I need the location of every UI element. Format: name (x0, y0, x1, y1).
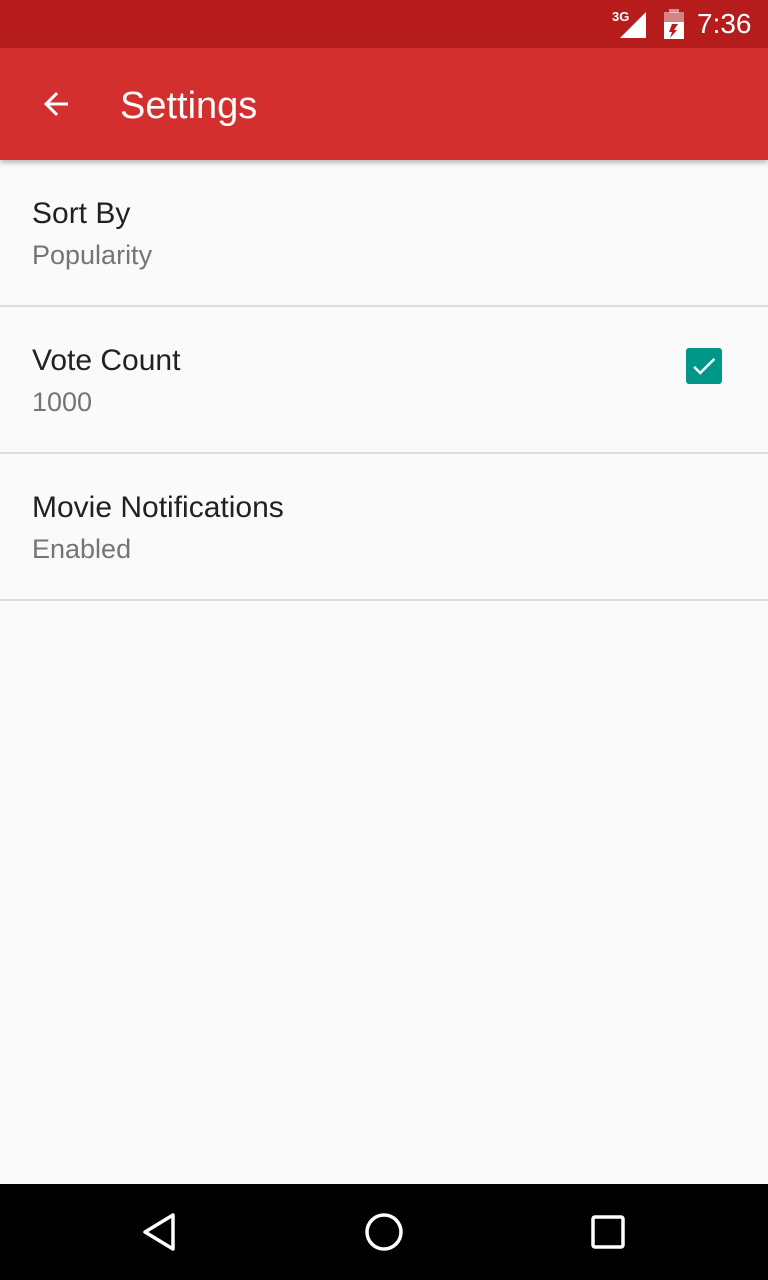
recents-square-icon (591, 1215, 625, 1249)
nav-recents-button[interactable] (576, 1200, 640, 1264)
pref-title: Sort By (32, 197, 131, 230)
pref-summary: Enabled (32, 534, 132, 564)
pref-title: Movie Notifications (32, 491, 284, 524)
pref-summary: Popularity (32, 240, 153, 270)
status-bar: 3G 7:36 (0, 0, 768, 48)
navigation-bar (0, 1184, 768, 1280)
pref-vote-count[interactable]: Vote Count 1000 (0, 307, 768, 454)
pref-sort-by[interactable]: Sort By Popularity (0, 160, 768, 307)
checkmark-icon (693, 357, 716, 375)
back-button[interactable] (24, 80, 88, 128)
notifications-checkbox[interactable] (686, 348, 722, 384)
pref-summary: 1000 (32, 387, 93, 417)
pref-title: Vote Count (32, 344, 181, 377)
nav-back-button[interactable] (128, 1200, 192, 1264)
app-bar: Settings (0, 48, 768, 160)
network-type-label: 3G (612, 9, 630, 24)
pref-movie-notifications[interactable]: Movie Notifications Enabled (0, 454, 768, 601)
page-title: Settings (120, 85, 258, 127)
battery-icon (664, 9, 684, 39)
back-triangle-icon (143, 1213, 175, 1251)
nav-home-button[interactable] (352, 1200, 416, 1264)
arrow-back-icon (44, 92, 68, 116)
home-circle-icon (365, 1213, 403, 1251)
preferences-list: Sort By Popularity Vote Count 1000 Movie… (0, 160, 768, 601)
clock: 7:36 (697, 8, 752, 39)
